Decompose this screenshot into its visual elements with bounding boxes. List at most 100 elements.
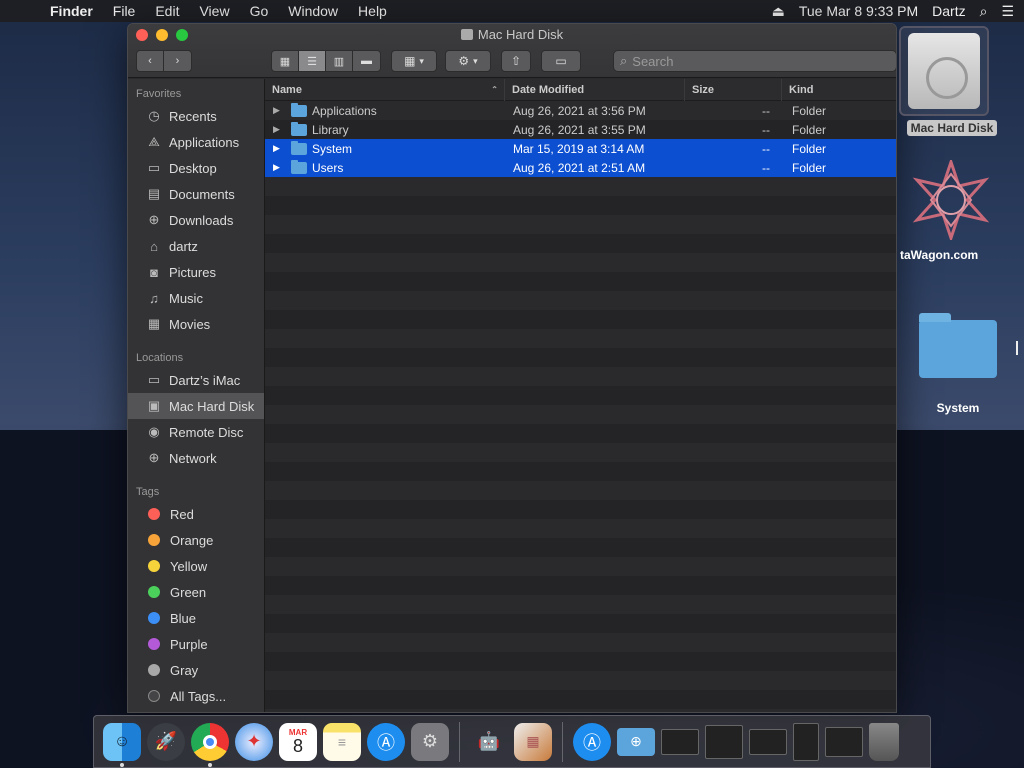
notes-icon[interactable]: ≡ xyxy=(323,722,361,761)
sidebar-tag-yellow[interactable]: Yellow xyxy=(128,553,264,579)
sidebar-tag-purple[interactable]: Purple xyxy=(128,631,264,657)
download-arrow-icon: ⊕ xyxy=(630,733,642,749)
action-button[interactable]: ⚙ ▾ xyxy=(445,50,491,72)
sidebar-item-mac-hard-disk[interactable]: ▣ Mac Hard Disk xyxy=(128,393,264,419)
menubar-user[interactable]: Dartz xyxy=(932,3,965,19)
app-store-icon[interactable]: Ⓐ xyxy=(367,722,405,761)
sidebar-item-home[interactable]: ⌂ dartz xyxy=(128,233,264,259)
app-store-download-icon[interactable]: Ⓐ xyxy=(573,722,611,761)
list-view-button[interactable]: ☰ xyxy=(299,51,326,71)
window-titlebar[interactable]: Mac Hard Disk ‹ › ▦ ☰ ▥ ▬ ▦ ▾ ⚙ ▾ ⇧ ▭ ⌕ … xyxy=(128,24,896,78)
automator-icon[interactable]: 🤖 xyxy=(470,723,508,761)
file-date: Aug 26, 2021 at 3:55 PM xyxy=(513,122,646,137)
sidebar-tag-green[interactable]: Green xyxy=(128,579,264,605)
chrome-center-icon xyxy=(203,734,217,749)
table-row[interactable]: ▶ System Mar 15, 2019 at 3:14 AM -- Folde… xyxy=(265,139,896,158)
menu-finder[interactable]: Finder xyxy=(40,3,103,19)
column-header-date-modified[interactable]: Date Modified xyxy=(505,78,685,101)
trash-icon[interactable] xyxy=(869,722,899,761)
sidebar-item-movies[interactable]: ▦ Movies xyxy=(128,311,264,337)
calendar-icon[interactable]: MAR 8 xyxy=(279,722,317,761)
camera-icon: ◙ xyxy=(150,264,158,280)
launchpad-icon[interactable]: 🚀 xyxy=(147,722,185,761)
sidebar-item-imac[interactable]: ▭ Dartz’s iMac xyxy=(128,367,264,393)
disclosure-triangle-icon[interactable]: ▶ xyxy=(273,124,287,135)
window-thumb-5[interactable] xyxy=(825,726,863,757)
sidebar-item-label: Blue xyxy=(170,610,197,626)
eject-icon[interactable]: ⏏ xyxy=(772,3,785,20)
sidebar-tag-gray[interactable]: Gray xyxy=(128,657,264,683)
sidebar-item-remote-disc[interactable]: ◉ Remote Disc xyxy=(128,419,264,445)
sidebar-tag-blue[interactable]: Blue xyxy=(128,605,264,631)
sidebar-item-music[interactable]: ♫ Music xyxy=(128,285,264,311)
app-store-glyph-icon: Ⓐ xyxy=(377,732,395,753)
menubar-clock[interactable]: Tue Mar 8 9:33 PM xyxy=(799,3,918,19)
sidebar-tag-orange[interactable]: Orange xyxy=(128,527,264,553)
column-header-size[interactable]: Size xyxy=(685,78,782,101)
file-kind: Folder xyxy=(792,103,827,118)
preview-icon[interactable]: ▦ xyxy=(514,722,552,761)
sidebar-item-applications[interactable]: ⟁ Applications xyxy=(128,129,264,155)
column-header-name[interactable]: Name ⌃ xyxy=(265,78,505,101)
disclosure-triangle-icon[interactable]: ▶ xyxy=(273,143,287,154)
column-header-kind[interactable]: Kind xyxy=(782,79,896,101)
applications-icon: ⟁ xyxy=(148,134,160,149)
spotlight-icon[interactable]: ⌕ xyxy=(980,3,988,20)
chevron-right-icon: › xyxy=(175,55,180,67)
folder-download-icon[interactable]: ⊕ xyxy=(617,727,655,756)
finder-icon[interactable]: ☺ xyxy=(103,722,141,767)
system-preferences-icon[interactable]: ⚙ xyxy=(411,722,449,761)
table-row[interactable]: ▶ Users Aug 26, 2021 at 2:51 AM -- Folder xyxy=(265,158,896,177)
desktop-icon-label: taWagon.com xyxy=(900,248,979,262)
share-button[interactable]: ⇧ xyxy=(501,50,531,72)
column-view-button[interactable]: ▥ xyxy=(326,51,353,71)
file-date: Mar 15, 2019 at 3:14 AM xyxy=(513,141,645,156)
search-input[interactable] xyxy=(632,53,873,69)
sidebar-item-label: All Tags... xyxy=(170,688,227,704)
menu-go[interactable]: Go xyxy=(240,3,279,19)
table-row[interactable]: ▶ Applications Aug 26, 2021 at 3:56 PM --… xyxy=(265,101,896,120)
menu-help[interactable]: Help xyxy=(348,3,397,19)
gallery-view-button[interactable]: ▬ xyxy=(353,51,380,71)
group-by-button[interactable]: ▦ ▾ xyxy=(391,50,437,72)
window-thumb-3[interactable] xyxy=(749,728,787,755)
disclosure-triangle-icon[interactable]: ▶ xyxy=(273,162,287,173)
sidebar-tag-all[interactable]: All Tags... xyxy=(128,683,264,709)
share-icon: ⇧ xyxy=(510,54,522,68)
safari-icon[interactable]: ✦ xyxy=(235,722,273,761)
folder-icon xyxy=(291,102,307,117)
menu-window[interactable]: Window xyxy=(278,3,348,19)
lines-icon: ≡ xyxy=(337,733,347,750)
sidebar-item-documents[interactable]: ▤ Documents xyxy=(128,181,264,207)
icon-view-button[interactable]: ▦ xyxy=(272,51,299,71)
forward-button[interactable]: › xyxy=(164,51,191,71)
sidebar-item-desktop[interactable]: ▭ Desktop xyxy=(128,155,264,181)
window-thumb-4[interactable] xyxy=(793,722,819,761)
tags-button[interactable]: ▭ xyxy=(541,50,581,72)
window-thumb-2[interactable] xyxy=(705,724,743,759)
notification-center-icon[interactable]: ☰ xyxy=(1001,3,1014,20)
desktop-icon-datawagon[interactable]: taWagon.com xyxy=(896,157,1006,263)
search-field[interactable]: ⌕ xyxy=(613,50,896,72)
sidebar-tag-red[interactable]: Red xyxy=(128,501,264,527)
sidebar-header-tags: Tags xyxy=(136,486,160,498)
window-title-text: Mac Hard Disk xyxy=(477,27,564,42)
desktop-icon-system[interactable]: System xyxy=(912,313,1004,416)
sidebar-item-network[interactable]: ⊕ Network xyxy=(128,445,264,471)
sidebar-item-downloads[interactable]: ⊕ Downloads xyxy=(128,207,264,233)
desktop-icon-mac-hard-disk[interactable]: Mac Hard Disk xyxy=(899,26,1019,136)
sidebar-item-pictures[interactable]: ◙ Pictures xyxy=(128,259,264,285)
hard-disk-icon xyxy=(460,29,473,40)
back-button[interactable]: ‹ xyxy=(137,51,164,71)
window-thumb-1[interactable] xyxy=(661,728,699,755)
sidebar-item-recents[interactable]: ◷ Recents xyxy=(128,103,264,129)
menu-file[interactable]: File xyxy=(103,3,146,19)
sidebar-item-label: Dartz’s iMac xyxy=(169,372,241,388)
table-row[interactable]: ▶ Library Aug 26, 2021 at 3:55 PM -- Fold… xyxy=(265,120,896,139)
sidebar-item-label: Network xyxy=(169,450,217,466)
disclosure-triangle-icon[interactable]: ▶ xyxy=(273,105,287,116)
menu-view[interactable]: View xyxy=(189,3,239,19)
tag-orange-dot xyxy=(148,534,160,546)
menu-edit[interactable]: Edit xyxy=(145,3,189,19)
chrome-icon[interactable] xyxy=(191,722,229,767)
